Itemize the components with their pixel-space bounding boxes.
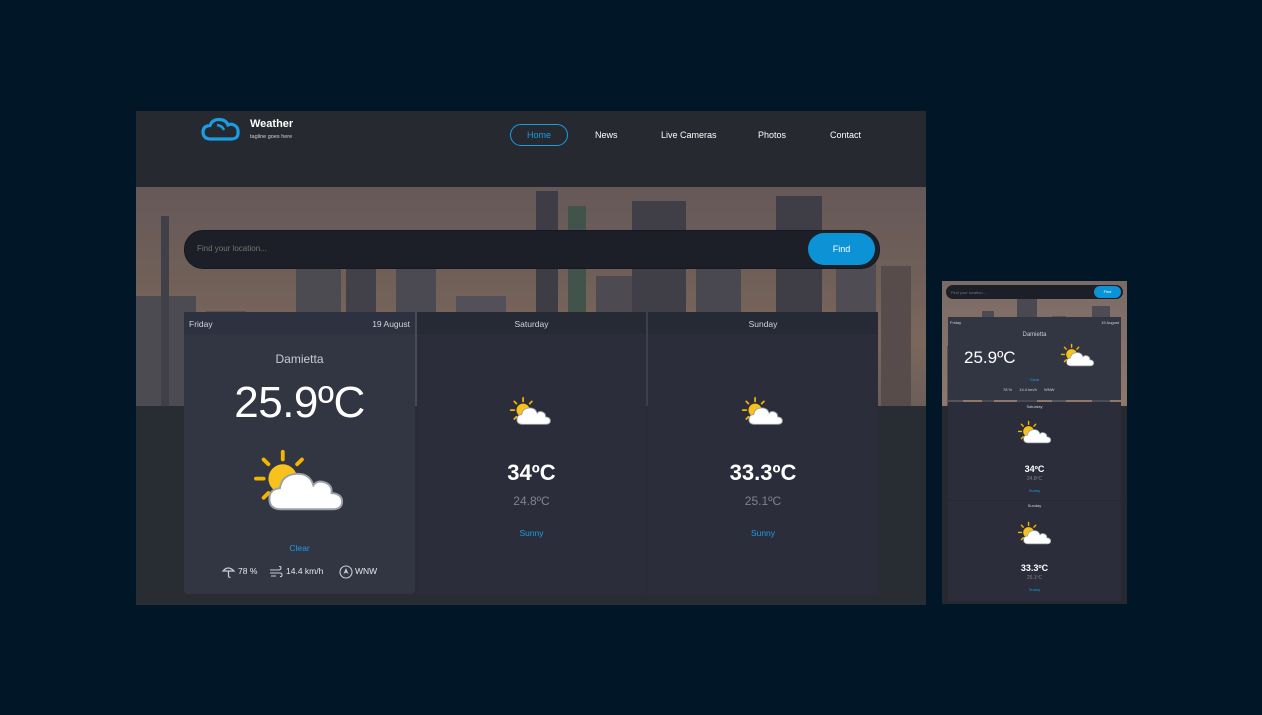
search-input[interactable] [197, 240, 757, 257]
forecast-condition: Sunny [750, 528, 776, 538]
mobile-forecast-day: Saturday [1026, 404, 1043, 409]
partly-sunny-icon [252, 448, 348, 515]
partly-sunny-icon [1060, 343, 1096, 368]
nav-photos[interactable]: Photos [758, 130, 786, 140]
mobile-forecast-saturday: Saturday 34ºC 24.8ºC Sunny [948, 402, 1121, 500]
forecast-condition: Sunny [519, 528, 544, 538]
partly-sunny-icon [1017, 521, 1053, 546]
partly-sunny-icon [509, 396, 553, 427]
today-stats: 78 % 14.4 km/h WNW [222, 565, 402, 579]
mobile-wind-speed-value: 14.4 km/h [1019, 387, 1037, 392]
today-condition: Clear [289, 543, 310, 553]
mobile-forecast-day: Sunday [1027, 503, 1042, 508]
mobile-today-stats: 78 % 14.4 km/h WNW [1003, 387, 1054, 392]
forecast-card-sunday: Sunday 33.3ºC 25.1ºC Sunny [648, 312, 878, 594]
brand-title[interactable]: Weather [250, 118, 293, 130]
mobile-wind-direction-value: WNW [1043, 387, 1055, 392]
mobile-forecast-max-temp: 34ºC [1024, 464, 1045, 474]
forecast-day: Sunday [748, 319, 778, 329]
mobile-forecast-min-temp: 24.8ºC [1026, 476, 1043, 482]
site-header: Weather tagline goes here Home News Live… [136, 111, 926, 187]
cloud-logo-icon[interactable] [200, 118, 242, 142]
nav-home[interactable]: Home [510, 124, 568, 146]
mobile-forecast-sunday: Sunday 33.3ºC 25.1ºC Sunny [948, 501, 1121, 601]
mobile-search-input[interactable] [951, 288, 1071, 296]
umbrella-icon [222, 567, 235, 578]
wind-speed-value: 14.4 km/h [286, 566, 324, 576]
partly-sunny-icon [741, 396, 785, 427]
today-date: 19 August [372, 319, 410, 329]
forecast-max-temp: 33.3ºC [729, 460, 797, 485]
desktop-mockup: Weather tagline goes here Home News Live… [136, 111, 926, 605]
nav-news[interactable]: News [595, 130, 618, 140]
wind-direction-value: WNW [355, 566, 378, 576]
forecast-min-temp: 24.8ºC [513, 494, 550, 508]
nav-contact[interactable]: Contact [830, 130, 861, 140]
mobile-today-date: 19 August [1101, 320, 1119, 325]
mobile-today-condition: Clear [1029, 377, 1040, 382]
compass-icon [339, 565, 353, 579]
mobile-find-button[interactable]: Find [1094, 286, 1121, 298]
mobile-forecast-min-temp: 25.1ºC [1026, 575, 1043, 581]
mobile-humidity-value: 78 % [1003, 387, 1013, 392]
today-card: Friday 19 August Damietta 25.9ºC Clear 7… [184, 312, 415, 594]
mobile-today-card: Friday 19 August Damietta 25.9ºC Clear 7… [948, 317, 1121, 400]
mobile-forecast-max-temp: 33.3ºC [1020, 563, 1049, 573]
mobile-today-day: Friday [950, 320, 962, 325]
today-day: Friday [189, 319, 213, 329]
search-bar: Find [184, 230, 880, 269]
forecast-card-header: Saturday [417, 312, 646, 334]
forecast-min-temp: 25.1ºC [744, 494, 782, 508]
current-temperature: 25.9ºC [234, 378, 365, 427]
forecast-day: Saturday [514, 319, 549, 329]
brand-tagline: tagline goes here [250, 134, 293, 140]
mobile-forecast-condition: Sunny [1028, 488, 1041, 493]
partly-sunny-icon [1017, 420, 1053, 445]
nav-live-cameras[interactable]: Live Cameras [661, 130, 717, 140]
mobile-search-bar: Find [946, 285, 1123, 299]
mobile-current-temperature: 25.9ºC [964, 348, 1016, 367]
find-button[interactable]: Find [808, 233, 875, 265]
forecast-max-temp: 34ºC [507, 460, 556, 485]
forecast-card-header: Sunday [648, 312, 878, 334]
mobile-forecast-condition: Sunny [1028, 587, 1041, 592]
humidity-value: 78 % [238, 566, 258, 576]
mobile-mockup: Find Friday 19 August Damietta 25.9ºC Cl… [942, 281, 1127, 604]
today-card-header: Friday 19 August [184, 312, 415, 334]
forecast-card-saturday: Saturday 34ºC 24.8ºC Sunny [417, 312, 646, 594]
wind-icon [270, 566, 283, 578]
city-name: Damietta [275, 352, 324, 366]
mobile-city-name: Damietta [1022, 332, 1047, 338]
